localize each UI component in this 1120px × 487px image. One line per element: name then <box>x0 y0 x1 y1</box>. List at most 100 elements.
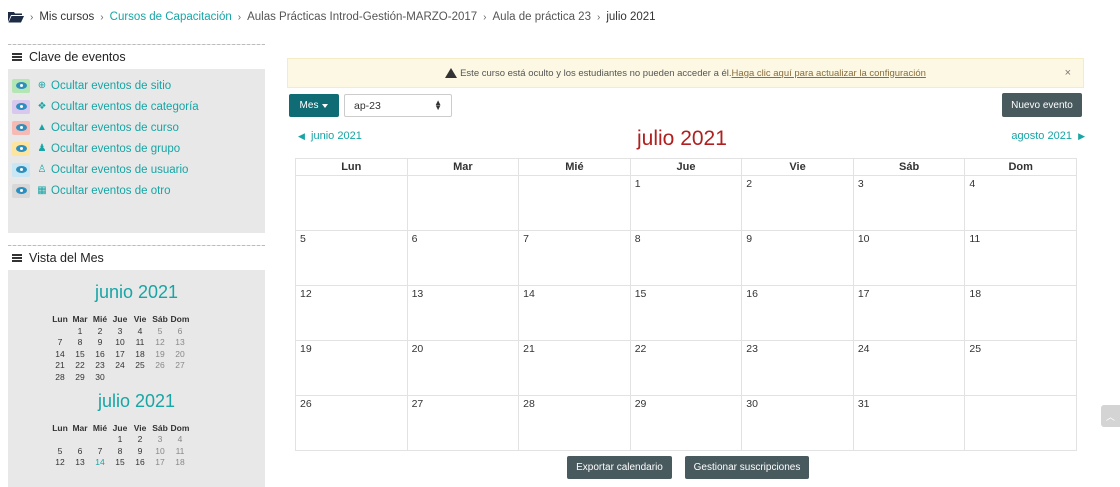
mini-day[interactable]: 23 <box>90 360 110 372</box>
next-month-link[interactable]: agosto 2021 ▶ <box>1011 130 1085 142</box>
calendar-day-cell[interactable]: 18 <box>964 285 1077 341</box>
eye-icon[interactable] <box>12 162 30 177</box>
scroll-top-button[interactable]: ︿ <box>1101 405 1120 427</box>
calendar-day-cell[interactable]: 3 <box>852 175 966 231</box>
eye-icon[interactable] <box>12 141 30 156</box>
mini-day[interactable]: 2 <box>90 325 110 337</box>
event-key-item[interactable]: ▦ Ocultar eventos de otro <box>12 180 265 201</box>
calendar-day-cell[interactable]: 20 <box>406 340 520 396</box>
mini-day[interactable]: 16 <box>130 457 150 469</box>
mini-day[interactable]: 11 <box>170 445 190 457</box>
calendar-day-cell[interactable]: 21 <box>518 340 631 396</box>
calendar-day-cell[interactable]: 28 <box>518 395 631 451</box>
mini-day[interactable]: 6 <box>70 445 90 457</box>
mini-day[interactable]: 12 <box>50 457 70 469</box>
mini-day[interactable]: 7 <box>50 337 70 349</box>
mini-day[interactable]: 4 <box>130 325 150 337</box>
calendar-day-cell[interactable]: 14 <box>518 285 631 341</box>
mini-day[interactable]: 26 <box>150 360 170 372</box>
mini-day[interactable]: 1 <box>70 325 90 337</box>
mini-day[interactable]: 29 <box>70 371 90 383</box>
mini-day[interactable]: 24 <box>110 360 130 372</box>
mini-day[interactable]: 27 <box>170 360 190 372</box>
event-key-item[interactable]: ⊕ Ocultar eventos de sitio <box>12 75 265 96</box>
mini-day[interactable]: 17 <box>110 348 130 360</box>
mini-calendar-june-title[interactable]: junio 2021 <box>8 282 265 303</box>
mini-day[interactable]: 30 <box>90 371 110 383</box>
breadcrumb-item[interactable]: Aula de práctica 23 <box>493 11 591 23</box>
eye-icon[interactable] <box>12 99 30 114</box>
event-key-item[interactable]: ▲ Ocultar eventos de curso <box>12 117 265 138</box>
event-key-item[interactable]: ♙ Ocultar eventos de usuario <box>12 159 265 180</box>
breadcrumb-item[interactable]: Cursos de Capacitación <box>110 11 232 23</box>
calendar-day-cell[interactable]: 10 <box>852 230 966 286</box>
mini-day[interactable]: 18 <box>130 348 150 360</box>
new-event-button[interactable]: Nuevo evento <box>1002 93 1082 117</box>
calendar-day-cell[interactable]: 27 <box>406 395 520 451</box>
calendar-day-cell[interactable]: 29 <box>629 395 743 451</box>
mini-day[interactable]: 3 <box>110 325 130 337</box>
course-select[interactable]: ap-23 ▲ ▼ <box>344 94 452 117</box>
calendar-day-cell[interactable]: 16 <box>741 285 854 341</box>
breadcrumb-item[interactable]: julio 2021 <box>606 11 655 23</box>
calendar-day-cell[interactable]: 7 <box>518 230 631 286</box>
menu-icon[interactable] <box>12 53 22 61</box>
mini-day[interactable]: 21 <box>50 360 70 372</box>
mini-day[interactable]: 18 <box>170 457 190 469</box>
mini-day[interactable]: 1 <box>110 434 130 446</box>
mini-day[interactable]: 22 <box>70 360 90 372</box>
calendar-day-cell[interactable]: 8 <box>629 230 743 286</box>
calendar-day-cell[interactable]: 23 <box>741 340 854 396</box>
calendar-day-cell[interactable]: 25 <box>964 340 1077 396</box>
mini-day[interactable]: 3 <box>150 434 170 446</box>
calendar-day-cell[interactable]: 22 <box>629 340 743 396</box>
mini-day[interactable]: 13 <box>70 457 90 469</box>
mini-day[interactable]: 28 <box>50 371 70 383</box>
mini-day[interactable]: 5 <box>50 445 70 457</box>
manage-subscriptions-button[interactable]: Gestionar suscripciones <box>685 456 809 479</box>
mini-day[interactable]: 13 <box>170 337 190 349</box>
mini-day[interactable]: 8 <box>70 337 90 349</box>
calendar-day-cell[interactable]: 13 <box>406 285 520 341</box>
calendar-day-cell[interactable]: 12 <box>295 285 408 341</box>
update-settings-link[interactable]: Haga clic aquí para actualizar la config… <box>732 68 926 79</box>
eye-icon[interactable] <box>12 78 30 93</box>
close-icon[interactable]: × <box>1065 67 1071 79</box>
mini-day[interactable]: 16 <box>90 348 110 360</box>
calendar-day-cell[interactable]: 17 <box>852 285 966 341</box>
calendar-day-cell[interactable]: 9 <box>741 230 854 286</box>
mini-day[interactable]: 12 <box>150 337 170 349</box>
calendar-day-cell[interactable]: 6 <box>406 230 520 286</box>
mini-day[interactable]: 4 <box>170 434 190 446</box>
folder-icon[interactable] <box>8 11 24 23</box>
calendar-day-cell[interactable]: 15 <box>629 285 743 341</box>
calendar-day-cell[interactable]: 5 <box>295 230 408 286</box>
calendar-day-cell[interactable]: 26 <box>295 395 408 451</box>
mini-day[interactable]: 10 <box>110 337 130 349</box>
prev-month-link[interactable]: ◀ junio 2021 <box>298 130 362 142</box>
mini-calendar-july-title[interactable]: julio 2021 <box>8 391 265 412</box>
event-key-item[interactable]: ❖ Ocultar eventos de categoría <box>12 96 265 117</box>
mini-day[interactable]: 19 <box>150 348 170 360</box>
calendar-day-cell[interactable]: 24 <box>852 340 966 396</box>
calendar-day-cell[interactable]: 30 <box>741 395 854 451</box>
mini-day[interactable]: 5 <box>150 325 170 337</box>
breadcrumb-item[interactable]: Mis cursos <box>39 11 94 23</box>
mini-day[interactable]: 14 <box>90 457 110 469</box>
mini-day[interactable]: 11 <box>130 337 150 349</box>
export-calendar-button[interactable]: Exportar calendario <box>567 456 672 479</box>
menu-icon[interactable] <box>12 254 22 262</box>
mini-day[interactable]: 9 <box>130 445 150 457</box>
calendar-day-cell[interactable]: 11 <box>964 230 1077 286</box>
event-key-item[interactable]: ♟ Ocultar eventos de grupo <box>12 138 265 159</box>
mini-day[interactable]: 9 <box>90 337 110 349</box>
mini-day[interactable]: 15 <box>110 457 130 469</box>
mini-day[interactable]: 8 <box>110 445 130 457</box>
calendar-day-cell[interactable]: 2 <box>741 175 854 231</box>
mini-day[interactable]: 15 <box>70 348 90 360</box>
mini-day[interactable]: 6 <box>170 325 190 337</box>
calendar-day-cell[interactable]: 1 <box>629 175 743 231</box>
calendar-day-cell[interactable]: 31 <box>852 395 966 451</box>
mini-day[interactable]: 20 <box>170 348 190 360</box>
mini-day[interactable]: 14 <box>50 348 70 360</box>
